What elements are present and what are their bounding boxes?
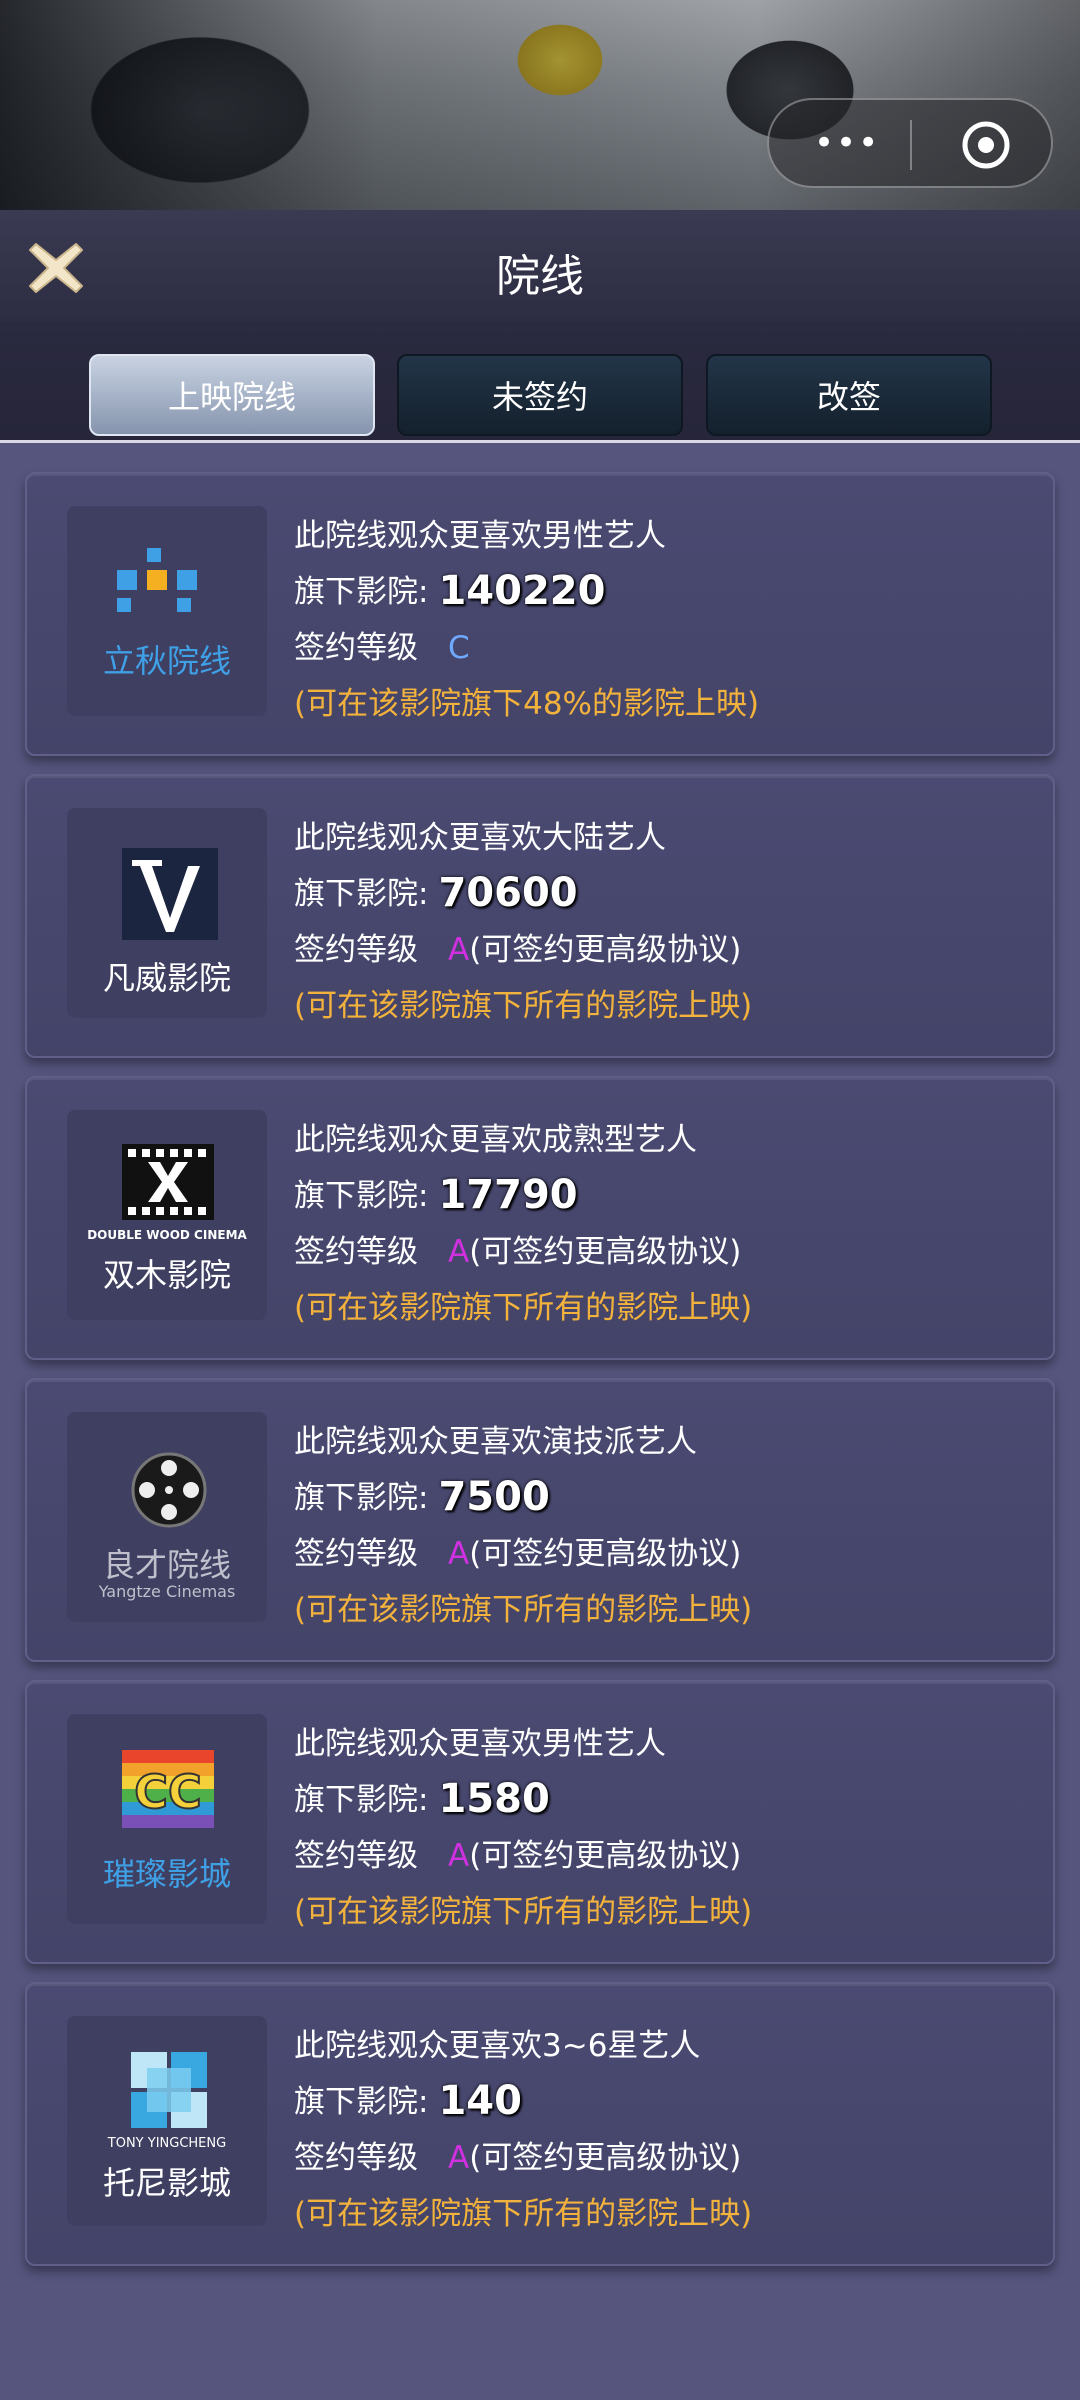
- screening-note: (可在该影院旗下所有的影院上映): [294, 1290, 753, 1326]
- audience-preference: 此院线观众更喜欢男性艺人: [294, 518, 666, 554]
- screening-note: (可在该影院旗下所有的影院上映): [294, 1894, 753, 1930]
- contract-grade: C: [448, 630, 470, 666]
- audience-preference: 此院线观众更喜欢演技派艺人: [294, 1424, 697, 1460]
- capsule-divider: [910, 120, 912, 170]
- header-banner-image: •••: [0, 0, 1080, 210]
- cc-logo-icon: CC: [122, 1750, 214, 1828]
- cinema-count: 140: [438, 2078, 522, 2124]
- cinema-count-row: 旗下影院: 70600: [294, 870, 578, 916]
- contract-grade: A: [448, 932, 470, 968]
- cinema-logo: DOUBLE WOOD CINEMA 双木影院: [67, 1110, 267, 1320]
- cube-logo-icon: [131, 2052, 207, 2128]
- cinema-count-row: 旗下影院: 140: [294, 2078, 522, 2124]
- cinema-count: 17790: [438, 1172, 578, 1218]
- cinema-logo-subtitle: TONY YINGCHENG: [107, 2136, 227, 2151]
- screening-note: (可在该影院旗下48%的影院上映): [294, 686, 760, 722]
- cinema-logo: 凡威影院: [67, 808, 267, 1018]
- cinema-logo-name: 托尼影城: [102, 2164, 231, 2202]
- cinema-logo-name: 璀璨影城: [102, 1855, 231, 1893]
- more-options-icon[interactable]: •••: [814, 126, 880, 160]
- contract-grade-row: 签约等级 C: [294, 630, 470, 666]
- film-reel-icon: [131, 1452, 207, 1528]
- svg-text:CC: CC: [134, 1765, 202, 1819]
- squares-logo-icon: [117, 548, 197, 612]
- cinema-logo-name: 双木影院: [102, 1256, 231, 1294]
- cinema-count-row: 旗下影院: 140220: [294, 568, 606, 614]
- cinema-logo: CC 璀璨影城: [67, 1714, 267, 1924]
- cinema-count-row: 旗下影院: 17790: [294, 1172, 578, 1218]
- cinema-logo-subtitle: Yangtze Cinemas: [98, 1582, 236, 1601]
- cinema-logo-name: 立秋院线: [102, 642, 231, 680]
- cinema-logo-name: 凡威影院: [102, 959, 231, 997]
- screening-note: (可在该影院旗下所有的影院上映): [294, 988, 753, 1024]
- mini-program-capsule: •••: [767, 98, 1053, 188]
- cinema-count-row: 旗下影院: 1580: [294, 1776, 550, 1822]
- cinema-logo-name: 良才院线: [102, 1546, 231, 1584]
- cinema-card[interactable]: 凡威影院 此院线观众更喜欢大陆艺人 旗下影院: 70600 签约等级 A(可签约更高…: [25, 774, 1055, 1058]
- cinema-count: 1580: [438, 1776, 550, 1822]
- contract-grade-row: 签约等级 A(可签约更高级协议): [294, 1536, 742, 1572]
- v-logo-icon: [122, 848, 218, 940]
- film-x-logo-icon: [122, 1144, 214, 1220]
- audience-preference: 此院线观众更喜欢男性艺人: [294, 1726, 666, 1762]
- contract-grade: A: [448, 1838, 470, 1874]
- page-title: 院线: [496, 251, 584, 302]
- audience-preference: 此院线观众更喜欢成熟型艺人: [294, 1122, 697, 1158]
- cinema-card[interactable]: DOUBLE WOOD CINEMA 双木影院 此院线观众更喜欢成熟型艺人 旗下…: [25, 1076, 1055, 1360]
- cinema-card[interactable]: 立秋院线 此院线观众更喜欢男性艺人 旗下影院: 140220 签约等级 C (可在该…: [25, 472, 1055, 756]
- cinema-card[interactable]: 良才院线 Yangtze Cinemas 此院线观众更喜欢演技派艺人 旗下影院:…: [25, 1378, 1055, 1662]
- contract-grade: A: [448, 2140, 470, 2176]
- tab-bar: 上映院线 未签约 改签: [0, 322, 1080, 443]
- cinema-logo: TONY YINGCHENG 托尼影城: [67, 2016, 267, 2226]
- contract-grade-row: 签约等级 A(可签约更高级协议): [294, 932, 742, 968]
- audience-preference: 此院线观众更喜欢大陆艺人: [294, 820, 666, 856]
- cinema-logo: 良才院线 Yangtze Cinemas: [67, 1412, 267, 1622]
- screening-note: (可在该影院旗下所有的影院上映): [294, 2196, 753, 2232]
- audience-preference: 此院线观众更喜欢3~6星艺人: [294, 2028, 701, 2064]
- contract-grade: A: [448, 1234, 470, 1270]
- cinema-card[interactable]: CC 璀璨影城 此院线观众更喜欢男性艺人 旗下影院: 1580 签约等级 A(可签约…: [25, 1680, 1055, 1964]
- contract-grade-row: 签约等级 A(可签约更高级协议): [294, 1234, 742, 1270]
- cinema-count-row: 旗下影院: 7500: [294, 1474, 550, 1520]
- close-miniprogram-icon[interactable]: [959, 118, 1013, 172]
- title-bar: 院线: [0, 210, 1080, 322]
- cinema-count: 7500: [438, 1474, 550, 1520]
- tab-unsigned[interactable]: 未签约: [397, 354, 683, 436]
- cinema-count: 70600: [438, 870, 578, 916]
- cinema-card[interactable]: TONY YINGCHENG 托尼影城 此院线观众更喜欢3~6星艺人 旗下影院:…: [25, 1982, 1055, 2266]
- screening-note: (可在该影院旗下所有的影院上映): [294, 1592, 753, 1628]
- tab-resign[interactable]: 改签: [706, 354, 992, 436]
- contract-grade-row: 签约等级 A(可签约更高级协议): [294, 1838, 742, 1874]
- contract-grade: A: [448, 1536, 470, 1572]
- cinema-logo: 立秋院线: [67, 506, 267, 716]
- cinema-logo-subtitle: DOUBLE WOOD CINEMA: [87, 1228, 247, 1242]
- tab-showing-cinemas[interactable]: 上映院线: [89, 354, 375, 436]
- cinema-count: 140220: [438, 568, 606, 614]
- contract-grade-row: 签约等级 A(可签约更高级协议): [294, 2140, 742, 2176]
